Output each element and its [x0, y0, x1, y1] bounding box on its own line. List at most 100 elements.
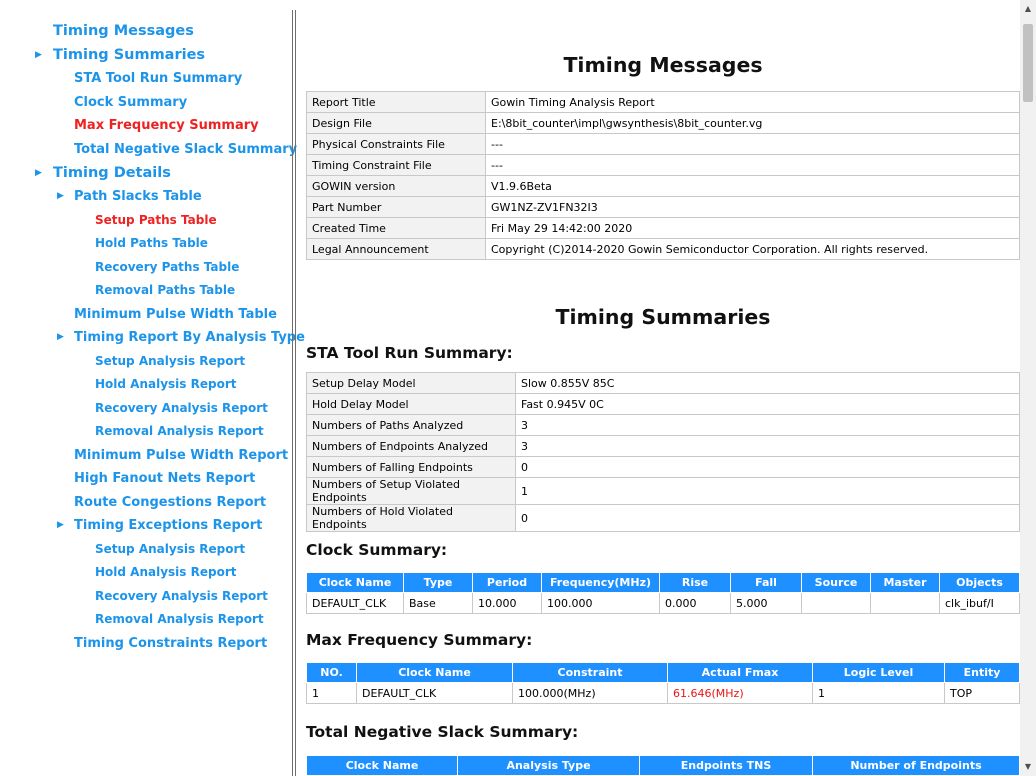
- nav-item-recovery-analysis-report[interactable]: Recovery Analysis Report: [0, 397, 305, 421]
- nav-item-label: Setup Paths Table: [95, 212, 217, 227]
- field-value: Fast 0.945V 0C: [515, 393, 1020, 415]
- column-header-number-of-endpoints: Number of Endpoints: [812, 755, 1020, 776]
- report-content: Timing Messages Report Title Gowin Timing…: [306, 0, 1020, 776]
- nav-item-label: Removal Paths Table: [95, 283, 236, 297]
- nav-item-minimum-pulse-width-report[interactable]: Minimum Pulse Width Report: [0, 444, 305, 468]
- cell-entity: TOP: [944, 682, 1020, 704]
- cell-source: [801, 592, 871, 614]
- nav-item-recovery-paths-table[interactable]: Recovery Paths Table: [0, 256, 305, 280]
- field-label: Legal Announcement: [306, 238, 486, 260]
- nav-item-total-negative-slack-summary[interactable]: Total Negative Slack Summary: [0, 138, 305, 162]
- scroll-down-arrow-icon[interactable]: ▼: [1020, 760, 1036, 774]
- table-row: Legal Announcement Copyright (C)2014-2020…: [306, 238, 1020, 260]
- expand-caret-icon[interactable]: ▶: [57, 326, 64, 350]
- nav-item-minimum-pulse-width-table[interactable]: Minimum Pulse Width Table: [0, 303, 305, 327]
- nav-item-label: Removal Analysis Report: [95, 612, 264, 626]
- cell-no: 1: [306, 682, 357, 704]
- field-value: ---: [485, 154, 1020, 176]
- column-header-period: Period: [472, 572, 542, 593]
- table-row: Numbers of Endpoints Analyzed 3: [306, 435, 1020, 457]
- cell-fall: 5.000: [730, 592, 802, 614]
- field-value: 0: [515, 504, 1020, 532]
- field-label: Setup Delay Model: [306, 372, 516, 394]
- nav-item-label: Max Frequency Summary: [74, 118, 259, 133]
- field-value: Copyright (C)2014-2020 Gowin Semiconduct…: [485, 238, 1020, 260]
- cell-logic-level: 1: [812, 682, 945, 704]
- cell-objects: clk_ibuf/I: [939, 592, 1020, 614]
- nav-item-label: Timing Report By Analysis Type: [74, 330, 305, 345]
- expand-caret-icon[interactable]: ▶: [57, 514, 64, 538]
- table-row: Design File E:\8bit_counter\impl\gwsynthe…: [306, 112, 1020, 134]
- field-label: Created Time: [306, 217, 486, 239]
- field-label: Numbers of Paths Analyzed: [306, 414, 516, 436]
- max-frequency-summary-table: NO. Clock Name Constraint Actual Fmax Logic …: [306, 662, 1020, 704]
- nav-item-label: Total Negative Slack Summary: [74, 141, 298, 157]
- column-header-source: Source: [801, 572, 871, 593]
- nav-item-high-fanout-nets-report[interactable]: High Fanout Nets Report: [0, 467, 305, 491]
- nav-item-timing-summaries[interactable]: ▶ Timing Summaries: [0, 43, 305, 67]
- nav-item-recovery-analysis-report[interactable]: Recovery Analysis Report: [0, 585, 305, 609]
- nav-item-hold-paths-table[interactable]: Hold Paths Table: [0, 232, 305, 256]
- expand-caret-icon[interactable]: ▶: [35, 43, 42, 67]
- table-row: Numbers of Setup Violated Endpoints 1: [306, 477, 1020, 505]
- nav-item-label: Recovery Analysis Report: [95, 400, 268, 415]
- sta-tool-run-summary-heading: STA Tool Run Summary:: [306, 344, 513, 362]
- nav-item-timing-messages[interactable]: Timing Messages: [0, 19, 305, 43]
- nav-item-setup-analysis-report[interactable]: Setup Analysis Report: [0, 350, 305, 374]
- nav-item-label: Recovery Paths Table: [95, 259, 240, 274]
- nav-item-removal-analysis-report[interactable]: Removal Analysis Report: [0, 420, 305, 444]
- vertical-scrollbar[interactable]: ▲ ▼: [1020, 0, 1036, 776]
- field-value: 3: [515, 435, 1020, 457]
- cell-clock-name: DEFAULT_CLK: [356, 682, 513, 704]
- cell-type: Base: [403, 592, 473, 614]
- nav-item-path-slacks-table[interactable]: ▶ Path Slacks Table: [0, 185, 305, 209]
- nav-item-timing-constraints-report[interactable]: Timing Constraints Report: [0, 632, 305, 656]
- nav-item-clock-summary[interactable]: Clock Summary: [0, 91, 305, 115]
- column-header-endpoints-tns: Endpoints TNS: [639, 755, 813, 776]
- table-row: Part Number GW1NZ-ZV1FN32I3: [306, 196, 1020, 218]
- field-value: Slow 0.855V 85C: [515, 372, 1020, 394]
- column-header-constraint: Constraint: [512, 662, 668, 683]
- nav-item-max-frequency-summary[interactable]: Max Frequency Summary: [0, 114, 305, 138]
- cell-actual-fmax: 61.646(MHz): [667, 682, 813, 704]
- field-value: 3: [515, 414, 1020, 436]
- expand-caret-icon[interactable]: ▶: [57, 185, 64, 209]
- scroll-up-arrow-icon[interactable]: ▲: [1020, 2, 1036, 16]
- nav-item-hold-analysis-report[interactable]: Hold Analysis Report: [0, 373, 305, 397]
- field-label: Numbers of Hold Violated Endpoints: [306, 504, 516, 532]
- nav-item-timing-exceptions-report[interactable]: ▶ Timing Exceptions Report: [0, 514, 305, 538]
- expand-caret-icon[interactable]: ▶: [35, 161, 42, 185]
- timing-messages-heading: Timing Messages: [563, 53, 763, 77]
- total-negative-slack-summary-heading: Total Negative Slack Summary:: [306, 723, 579, 741]
- field-value: E:\8bit_counter\impl\gwsynthesis\8bit_co…: [485, 112, 1020, 134]
- cell-constraint: 100.000(MHz): [512, 682, 668, 704]
- field-value: ---: [485, 133, 1020, 155]
- nav-item-label: Minimum Pulse Width Report: [74, 447, 289, 463]
- nav-item-timing-details[interactable]: ▶ Timing Details: [0, 161, 305, 185]
- nav-item-removal-analysis-report[interactable]: Removal Analysis Report: [0, 608, 305, 632]
- nav-item-setup-paths-table[interactable]: Setup Paths Table: [0, 209, 305, 233]
- nav-item-label: Setup Analysis Report: [95, 353, 246, 368]
- nav-item-hold-analysis-report[interactable]: Hold Analysis Report: [0, 561, 305, 585]
- pane-divider[interactable]: [292, 10, 293, 776]
- column-header-master: Master: [870, 572, 940, 593]
- field-label: Numbers of Endpoints Analyzed: [306, 435, 516, 457]
- table-row: Created Time Fri May 29 14:42:00 2020: [306, 217, 1020, 239]
- table-row: Report Title Gowin Timing Analysis Report: [306, 91, 1020, 113]
- field-label: Report Title: [306, 91, 486, 113]
- column-header-objects: Objects: [939, 572, 1020, 593]
- scrollbar-thumb[interactable]: [1023, 24, 1033, 102]
- nav-item-route-congestions-report[interactable]: Route Congestions Report: [0, 491, 305, 515]
- cell-rise: 0.000: [659, 592, 731, 614]
- nav-item-timing-report-by-analysis-type[interactable]: ▶ Timing Report By Analysis Type: [0, 326, 305, 350]
- nav-item-removal-paths-table[interactable]: Removal Paths Table: [0, 279, 305, 303]
- column-header-rise: Rise: [659, 572, 731, 593]
- clock-summary-table: Clock Name Type Period Frequency(MHz) Rise Fa…: [306, 572, 1020, 614]
- nav-item-sta-tool-run-summary[interactable]: STA Tool Run Summary: [0, 67, 305, 91]
- column-header-analysis-type: Analysis Type: [457, 755, 640, 776]
- table-row: Hold Delay Model Fast 0.945V 0C: [306, 393, 1020, 415]
- table-row: Timing Constraint File ---: [306, 154, 1020, 176]
- nav-item-setup-analysis-report[interactable]: Setup Analysis Report: [0, 538, 305, 562]
- max-frequency-summary-heading: Max Frequency Summary:: [306, 631, 533, 649]
- column-header-no: NO.: [306, 662, 357, 683]
